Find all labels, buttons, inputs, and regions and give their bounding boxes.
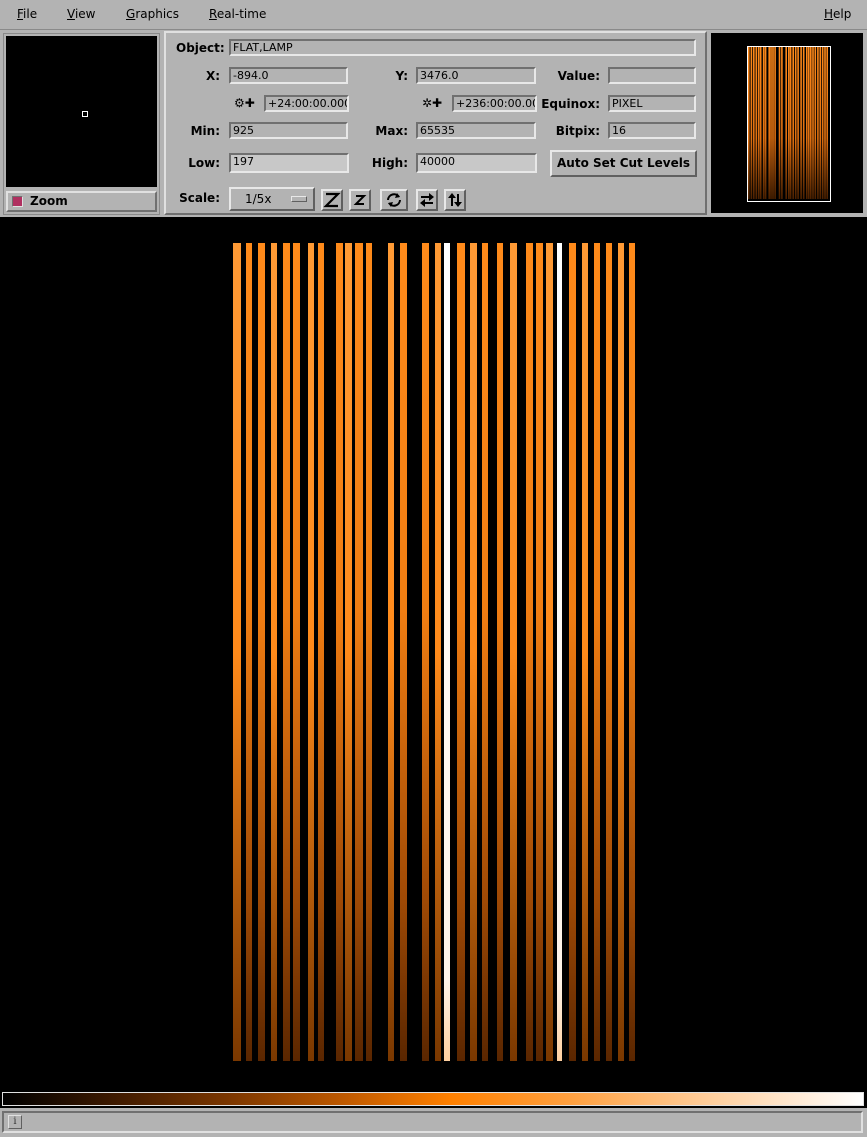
auto-set-cut-levels-button[interactable]: Auto Set Cut Levels <box>550 150 697 177</box>
colorbar[interactable] <box>2 1092 864 1106</box>
image-stripe <box>293 243 300 1061</box>
zoom-toggle[interactable]: Zoom <box>6 191 157 212</box>
image-stripe <box>283 243 290 1061</box>
image-stripe <box>546 243 553 1061</box>
image-stripe <box>336 243 343 1061</box>
image-stripe <box>271 243 277 1061</box>
image-stripe <box>388 243 394 1061</box>
image-stripe <box>318 243 324 1061</box>
image-stripe <box>629 243 635 1061</box>
panner-marker[interactable] <box>82 111 88 117</box>
image-stripe <box>470 243 477 1061</box>
value-label: Value: <box>557 69 600 83</box>
menu-view[interactable]: View <box>67 7 95 21</box>
status-bar: i <box>0 1108 867 1137</box>
dec-field: +236:00:00.00 <box>452 95 537 112</box>
image-stripe <box>366 243 372 1061</box>
x-label: X: <box>205 69 220 83</box>
high-label: High: <box>371 156 408 170</box>
image-stripe <box>457 243 465 1061</box>
menu-file[interactable]: File <box>17 7 37 21</box>
image-stripe <box>536 243 543 1061</box>
max-field: 65535 <box>416 122 536 139</box>
image-stripe <box>345 243 352 1061</box>
option-menu-indicator-icon <box>291 196 307 202</box>
x-field: -894.0 <box>229 67 348 84</box>
image-stripe <box>526 243 533 1061</box>
scale-option-menu[interactable]: 1/5x <box>229 187 315 211</box>
image-stripe <box>258 243 265 1061</box>
panner-canvas[interactable] <box>6 36 157 187</box>
image-stripe-bright <box>557 243 562 1061</box>
image-stripe <box>606 243 612 1061</box>
thumbnail-panel[interactable] <box>709 31 865 215</box>
status-message-area: i <box>2 1111 863 1133</box>
image-info-panel: Object: FLAT,LAMP X: -894.0 Y: 3476.0 Va… <box>164 31 707 215</box>
equinox-label: Equinox: <box>541 97 600 111</box>
menu-bar: File View Graphics Real-time Help <box>0 0 867 30</box>
gear-cross-icon: ⚙✚ <box>234 96 255 110</box>
image-stripe <box>582 243 588 1061</box>
low-input[interactable]: 197 <box>229 153 349 173</box>
scale-label: Scale: <box>179 191 220 205</box>
value-field <box>608 67 696 84</box>
image-stripe <box>435 243 441 1061</box>
low-label: Low: <box>188 156 220 170</box>
image-stripe <box>400 243 407 1061</box>
image-stripe <box>569 243 576 1061</box>
high-input[interactable]: 40000 <box>416 153 537 173</box>
bitpix-label: Bitpix: <box>555 124 600 138</box>
zoom-label: Zoom <box>30 194 68 208</box>
ra-field: +24:00:00.000 <box>264 95 349 112</box>
image-stripe <box>510 243 517 1061</box>
zoom-in-icon[interactable] <box>321 189 343 211</box>
image-stripe <box>308 243 314 1061</box>
image-canvas <box>233 243 635 1061</box>
rotate-icon[interactable] <box>380 189 408 211</box>
object-field: FLAT,LAMP <box>229 39 696 56</box>
zoom-out-icon[interactable] <box>349 189 371 211</box>
image-stripe <box>422 243 429 1061</box>
menu-realtime[interactable]: Real-time <box>209 7 266 21</box>
image-stripe <box>233 243 241 1061</box>
image-stripe-bright <box>444 243 450 1061</box>
image-stripe <box>618 243 624 1061</box>
zoom-checkbox[interactable] <box>12 196 23 207</box>
menu-graphics[interactable]: Graphics <box>126 7 179 21</box>
image-stripe <box>482 243 488 1061</box>
info-icon[interactable]: i <box>8 1115 22 1129</box>
object-label: Object: <box>176 41 225 55</box>
image-stripe <box>594 243 600 1061</box>
image-stripe <box>497 243 503 1061</box>
menu-help[interactable]: Help <box>824 7 851 21</box>
image-stripe <box>246 243 252 1061</box>
panner-panel: Zoom <box>3 33 160 215</box>
max-label: Max: <box>375 124 408 138</box>
min-label: Min: <box>190 124 220 138</box>
scale-value: 1/5x <box>245 192 272 206</box>
equinox-field: PIXEL <box>608 95 696 112</box>
image-display[interactable] <box>0 218 867 1090</box>
thumbnail-viewport-box[interactable] <box>747 46 831 202</box>
flip-y-icon[interactable] <box>444 189 466 211</box>
y-field: 3476.0 <box>416 67 536 84</box>
y-label: Y: <box>395 69 408 83</box>
min-field: 925 <box>229 122 348 139</box>
image-stripe <box>355 243 363 1061</box>
bitpix-field: 16 <box>608 122 696 139</box>
flip-x-icon[interactable] <box>416 189 438 211</box>
star-cross-icon: ✲✚ <box>422 96 443 110</box>
